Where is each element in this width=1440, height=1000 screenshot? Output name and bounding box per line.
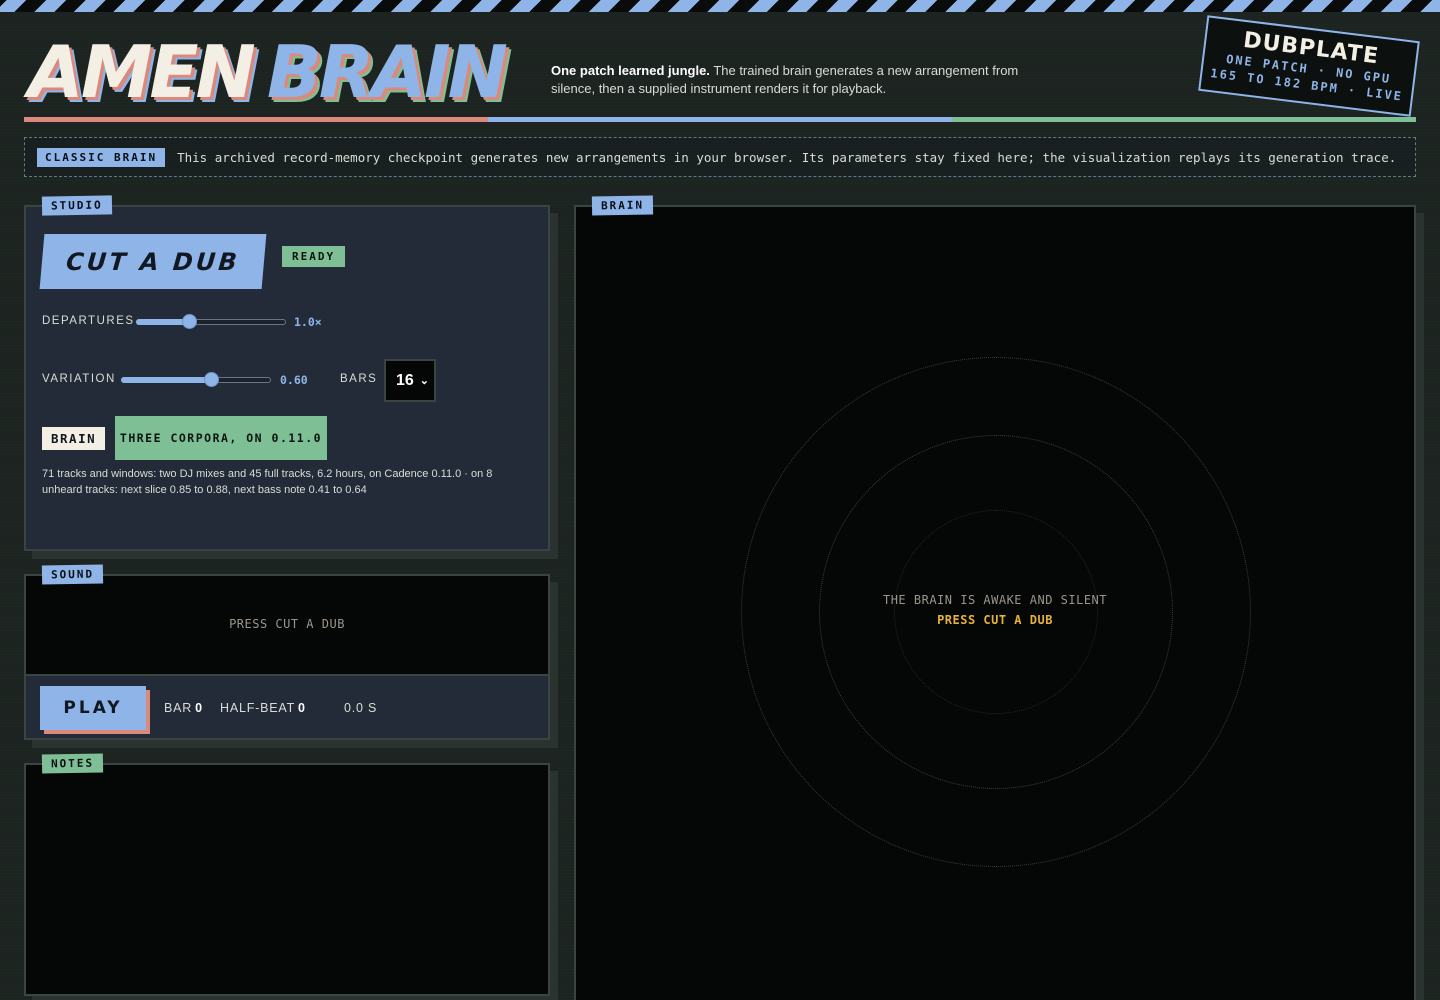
brain-description: 71 tracks and windows: two DJ mixes and … [42, 468, 493, 496]
halfbeat-counter-label: HALF-BEAT [220, 701, 296, 715]
classic-brain-chip: CLASSIC BRAIN [37, 147, 166, 167]
hazard-stripe [0, 0, 1440, 12]
brain-select-button[interactable]: THREE CORPORA, ON 0.11.0 [115, 416, 327, 460]
halfbeat-counter: HALF-BEAT 0 [220, 701, 306, 715]
cut-a-dub-button[interactable]: CUT A DUB [39, 234, 267, 289]
chevron-down-icon: ⌄ [419, 375, 430, 387]
departures-slider-handle[interactable] [181, 314, 197, 329]
banner-text: This archived record-memory checkpoint g… [177, 149, 1397, 165]
status-badge: READY [282, 246, 346, 267]
info-banner: CLASSIC BRAIN This archived record-memor… [24, 137, 1416, 177]
sound-panel: SOUND PRESS CUT A DUB PLAY BAR 0 HALF-BEA… [24, 564, 550, 740]
time-readout: 0.0 S [344, 701, 378, 715]
studio-tab: STUDIO [41, 195, 112, 216]
sound-placeholder: PRESS CUT A DUB [229, 617, 345, 631]
bars-select[interactable]: 16 ⌄ [384, 359, 436, 402]
tagline: One patch learned jungle. The trained br… [551, 62, 1031, 98]
title-word-amen: AMEN [28, 30, 256, 114]
bar-counter-label: BAR [164, 701, 193, 715]
sound-tab: SOUND [41, 564, 104, 585]
dubplate-stamp: DUBPLATE ONE PATCH · NO GPU 165 TO 182 B… [1198, 15, 1420, 117]
header-rule [24, 117, 1416, 122]
departures-label: DEPARTURES [42, 315, 135, 327]
bar-counter: BAR 0 [164, 701, 203, 715]
title-word-brain: BRAIN [266, 30, 508, 114]
transport-bar: PLAY BAR 0 HALF-BEAT 0 0.0 S [26, 674, 548, 738]
variation-slider[interactable] [121, 372, 271, 387]
departures-slider[interactable] [136, 314, 286, 329]
brain-tab: BRAIN [591, 195, 654, 216]
brain-idle-prompt: PRESS CUT A DUB [937, 613, 1053, 627]
variation-slider-handle[interactable] [204, 372, 219, 387]
inner-ring [894, 510, 1098, 714]
halfbeat-counter-value: 0 [298, 701, 306, 715]
notes-panel: NOTES [24, 753, 550, 996]
brain-idle-message: THE BRAIN IS AWAKE AND SILENT [882, 593, 1107, 607]
variation-label: VARIATION [42, 373, 116, 385]
tagline-bold: One patch learned jungle. [551, 63, 710, 78]
notes-tab: NOTES [41, 753, 104, 774]
bars-select-value: 16 [396, 371, 414, 389]
bar-counter-value: 0 [195, 701, 203, 715]
play-button[interactable]: PLAY [40, 686, 146, 730]
bars-label: BARS [340, 373, 378, 385]
variation-value: 0.60 [280, 373, 308, 387]
studio-panel: STUDIO CUT A DUB READY DEPARTURES 1.0× V… [24, 195, 550, 551]
brain-label: BRAIN [42, 427, 106, 450]
brain-panel: BRAIN THE BRAIN IS AWAKE AND SILENT PRES… [574, 195, 1416, 1000]
departures-value: 1.0× [294, 315, 322, 329]
app-title: AMEN BRAIN [28, 30, 508, 114]
